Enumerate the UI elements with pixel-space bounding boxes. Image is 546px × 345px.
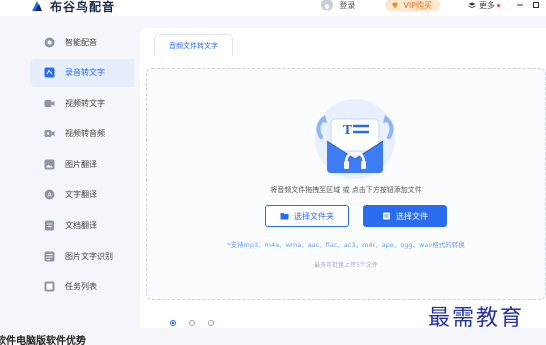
output-options-row: [160, 318, 217, 328]
supported-formats-text: *支持mp3、m4a、wma、aac、flac、ac3、m4r、ape、ogg、…: [227, 241, 465, 249]
layers-icon: [468, 2, 476, 8]
output-option-radio[interactable]: [208, 320, 214, 326]
sidebar-item-video-to-text[interactable]: 视频转文字: [30, 89, 134, 117]
output-option-radio[interactable]: [170, 320, 176, 326]
sidebar-item-image-ocr[interactable]: 图片文字识别: [30, 242, 134, 270]
file-drop-zone[interactable]: T 将音频文件拖拽至区域 或 点击下方按钮添加文件 选择文件夹 选择文件 *支持…: [146, 68, 546, 300]
sidebar-item-image-translate[interactable]: 图片翻译: [30, 150, 134, 178]
sidebar-item-label: 录音转文字: [65, 68, 105, 78]
avatar-icon: [321, 0, 334, 11]
sidebar-item-label: 视频转音频: [65, 129, 105, 139]
maximize-button[interactable]: [530, 0, 542, 11]
folder-icon: [280, 213, 289, 220]
drop-hint-text: 将音频文件拖拽至区域 或 点击下方按钮添加文件: [270, 186, 422, 194]
minimize-button[interactable]: [514, 0, 526, 11]
vip-purchase-button[interactable]: VIP购买: [385, 0, 440, 11]
login-label: 登录: [339, 0, 356, 10]
sidebar-item-label: 图片文字识别: [65, 251, 113, 261]
main-panel: 音频文件转文字 T 将音频文件拖拽至区域 或 点击下方按钮添加文件 选择文件夹 …: [140, 28, 546, 328]
document-icon: [45, 220, 54, 231]
sidebar-item-label: 智能配音: [65, 37, 97, 47]
sidebar: 智能配音 录音转文字 视频转文字 视频转音频 图片翻译 A 文字翻译 文档翻译: [30, 28, 134, 308]
diamond-icon: [392, 2, 399, 8]
vip-label: VIP购买: [403, 0, 432, 10]
more-menu-button[interactable]: 更多: [468, 0, 500, 11]
svg-text:T: T: [343, 123, 352, 137]
title-bar: 布谷鸟配音 登录 VIP购买 更多: [0, 0, 546, 16]
sidebar-item-label: 视频转文字: [65, 98, 105, 108]
sidebar-item-document-translate[interactable]: 文档翻译: [30, 212, 134, 240]
app-logo: 布谷鸟配音: [30, 0, 115, 15]
sidebar-item-label: 图片翻译: [65, 159, 97, 169]
select-folder-label: 选择文件夹: [294, 211, 334, 221]
video-audio-icon: [44, 130, 55, 138]
app-window: 布谷鸟配音 登录 VIP购买 更多 智能配音 录音转文字 视频转文字 视频转音频…: [0, 0, 546, 345]
ocr-icon: [44, 251, 55, 262]
sidebar-item-recording-to-text[interactable]: 录音转文字: [30, 58, 134, 87]
task-list-icon: [44, 281, 55, 292]
sidebar-item-text-translate[interactable]: A 文字翻译: [30, 181, 134, 209]
image-icon: [44, 159, 55, 170]
output-option-radio[interactable]: [189, 320, 195, 326]
video-icon: [44, 99, 55, 107]
maximize-icon: [533, 2, 539, 8]
tab-audio-to-text[interactable]: 音频文件转文字: [154, 34, 233, 56]
select-file-button[interactable]: 选择文件: [363, 205, 447, 227]
minimize-icon: [517, 4, 523, 6]
watermark-text: 最需教育: [428, 306, 525, 331]
title-bar-actions: 登录 VIP购买 更多: [321, 0, 546, 16]
more-label: 更多: [479, 0, 495, 10]
sidebar-item-task-list[interactable]: 任务列表: [30, 273, 134, 301]
login-button[interactable]: 登录: [321, 0, 355, 11]
notification-dot: [497, 3, 500, 7]
bird-logo-icon: [32, 1, 42, 11]
sidebar-item-video-to-audio[interactable]: 视频转音频: [30, 120, 134, 148]
robot-icon: [44, 37, 55, 47]
sidebar-item-label: 文字翻译: [65, 190, 97, 200]
select-file-label: 选择文件: [396, 211, 428, 221]
sidebar-item-label: 任务列表: [65, 282, 97, 292]
sidebar-item-smart-dubbing[interactable]: 智能配音: [30, 28, 134, 56]
audio-upload-illustration-icon: T: [315, 99, 395, 179]
recording-icon: [44, 67, 55, 78]
translate-icon: A: [44, 189, 55, 200]
file-icon: [383, 212, 390, 220]
app-name: 布谷鸟配音: [50, 0, 116, 14]
sidebar-item-label: 文档翻译: [65, 221, 97, 231]
page-caption: 软件电脑版软件优势: [0, 336, 86, 345]
select-folder-button[interactable]: 选择文件夹: [265, 205, 349, 227]
upload-limit-text: 最多可批量上传5个文件: [314, 262, 378, 269]
